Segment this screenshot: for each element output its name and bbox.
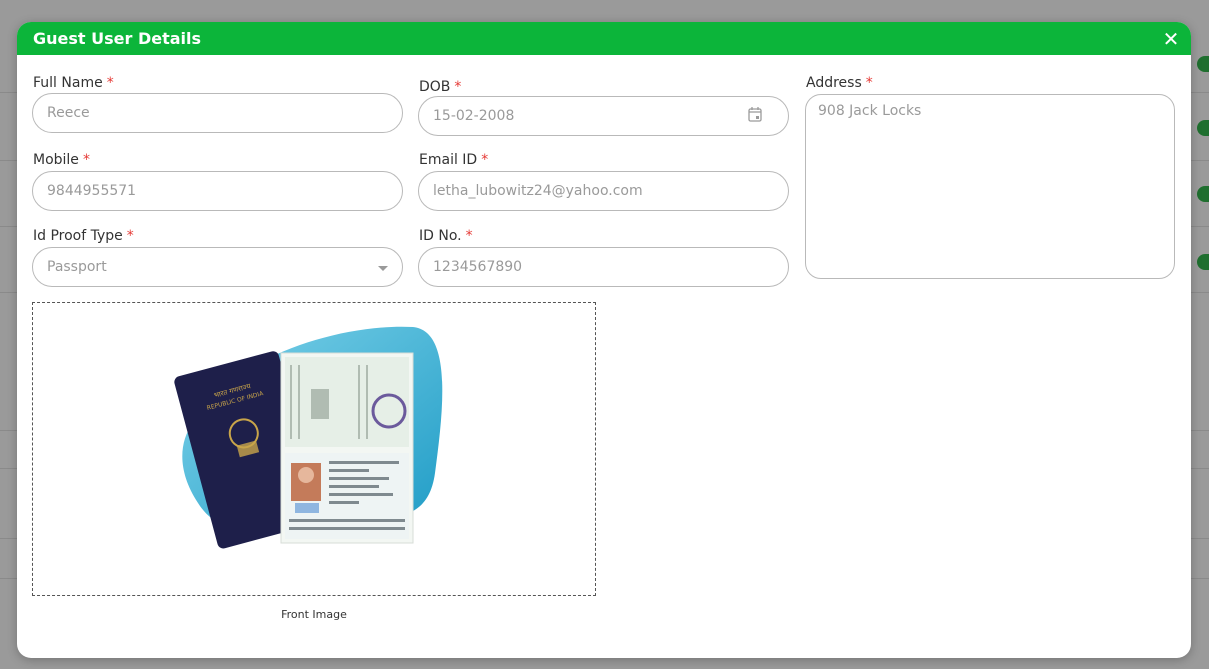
email-value: letha_lubowitz24@yahoo.com (433, 183, 643, 199)
dob-label: DOB * (419, 76, 461, 95)
bg-eye-icon (1197, 120, 1209, 136)
required-marker: * (481, 152, 489, 168)
id-proof-type-value: Passport (47, 259, 107, 275)
full-name-label: Full Name * (33, 72, 114, 91)
address-label-text: Address (806, 75, 862, 91)
mobile-input[interactable]: 9844955571 (32, 171, 403, 211)
bg-eye-icon (1197, 56, 1209, 72)
id-proof-type-label-text: Id Proof Type (33, 228, 123, 244)
required-marker: * (465, 228, 473, 244)
calendar-icon[interactable] (748, 106, 762, 122)
id-proof-type-select[interactable]: Passport (32, 247, 403, 287)
passport-image: भारत गणराज्य REPUBLIC OF INDIA (174, 326, 443, 549)
id-no-label: ID No. * (419, 225, 473, 244)
bg-eye-icon (1197, 186, 1209, 202)
id-no-label-text: ID No. (419, 228, 462, 244)
id-proof-type-label: Id Proof Type * (33, 225, 134, 244)
front-image-caption: Front Image (281, 608, 347, 621)
required-marker: * (865, 75, 873, 91)
guest-user-details-modal: Guest User Details ✕ Full Name * Reece DO… (17, 22, 1191, 658)
email-label: Email ID * (419, 149, 488, 168)
modal-title: Guest User Details (33, 29, 202, 48)
mobile-label: Mobile * (33, 149, 90, 168)
address-textarea[interactable]: 908 Jack Locks (805, 94, 1175, 279)
full-name-label-text: Full Name (33, 75, 103, 91)
close-icon[interactable]: ✕ (1161, 29, 1181, 49)
full-name-input[interactable]: Reece (32, 93, 403, 133)
modal-header: Guest User Details ✕ (17, 22, 1191, 55)
address-label: Address * (806, 72, 873, 91)
required-marker: * (106, 75, 114, 91)
email-label-text: Email ID (419, 152, 478, 168)
id-no-input[interactable]: 1234567890 (418, 247, 789, 287)
mobile-value: 9844955571 (47, 183, 137, 199)
mobile-label-text: Mobile (33, 152, 79, 168)
bg-eye-icon (1197, 254, 1209, 270)
required-marker: * (82, 152, 90, 168)
id-no-value: 1234567890 (433, 259, 523, 275)
dob-value: 15-02-2008 (433, 108, 515, 124)
email-input[interactable]: letha_lubowitz24@yahoo.com (418, 171, 789, 211)
full-name-value: Reece (47, 105, 90, 121)
chevron-down-icon[interactable] (378, 266, 388, 271)
dob-label-text: DOB (419, 79, 451, 95)
dob-input[interactable]: 15-02-2008 (418, 96, 789, 136)
address-value: 908 Jack Locks (818, 103, 922, 119)
required-marker: * (454, 79, 462, 95)
required-marker: * (126, 228, 134, 244)
front-image-upload[interactable]: भारत गणराज्य REPUBLIC OF INDIA (32, 302, 596, 596)
